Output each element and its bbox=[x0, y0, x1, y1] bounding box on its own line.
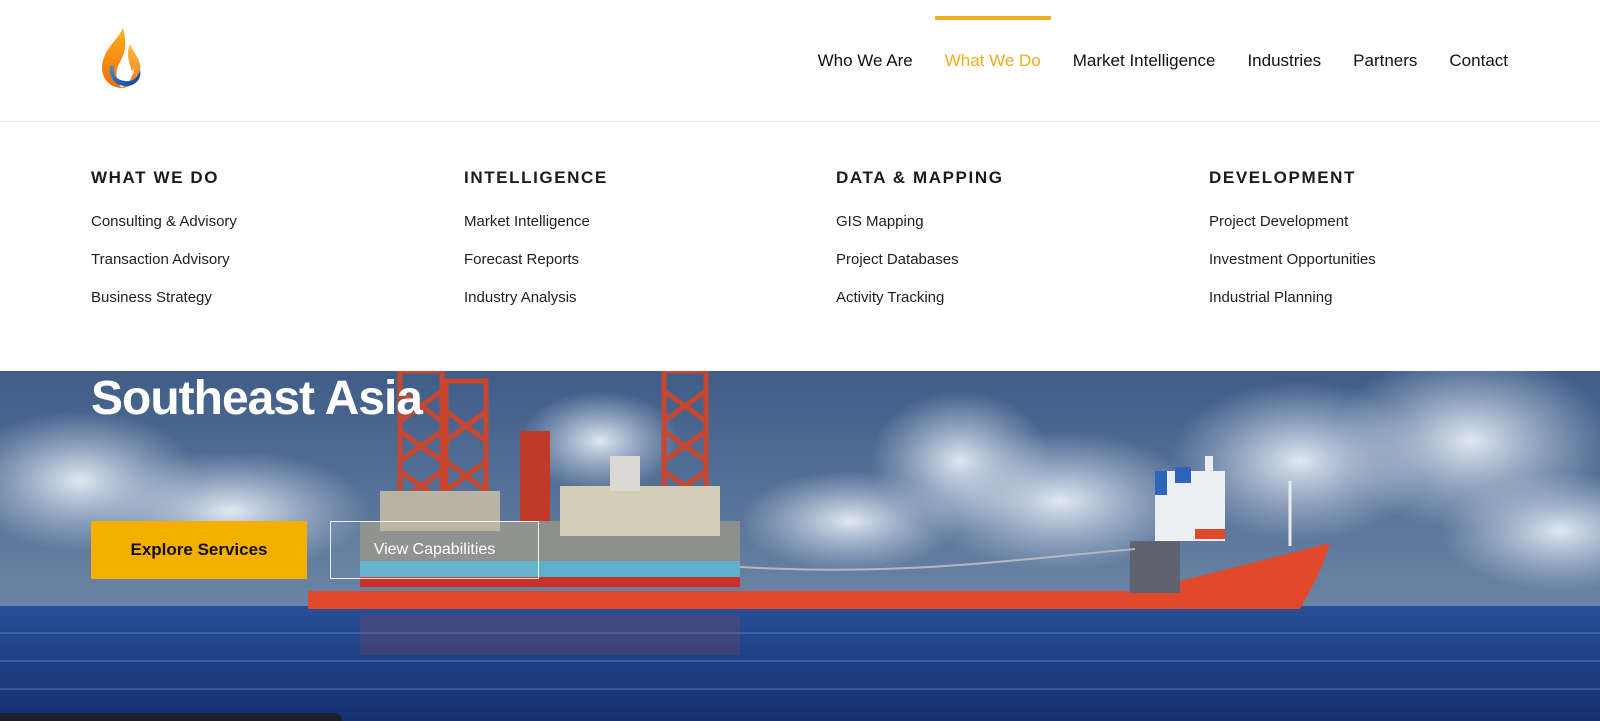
site-header: Who We Are What We Do Market Intelligenc… bbox=[0, 0, 1600, 122]
link-investment-opportunities[interactable]: Investment Opportunities bbox=[1209, 250, 1549, 270]
nav-partners[interactable]: Partners bbox=[1337, 0, 1433, 122]
link-gis-mapping[interactable]: GIS Mapping bbox=[836, 212, 1176, 232]
flame-drop-logo-icon[interactable] bbox=[96, 26, 146, 92]
mega-column-intelligence: INTELLIGENCE Market Intelligence Forecas… bbox=[464, 168, 804, 326]
nav-what-we-do[interactable]: What We Do bbox=[929, 0, 1057, 122]
link-industrial-planning[interactable]: Industrial Planning bbox=[1209, 288, 1549, 308]
view-capabilities-button[interactable]: View Capabilities bbox=[330, 521, 539, 579]
mega-heading: DEVELOPMENT bbox=[1209, 168, 1357, 187]
link-industry-analysis[interactable]: Industry Analysis bbox=[464, 288, 804, 308]
nav-market-intelligence[interactable]: Market Intelligence bbox=[1057, 0, 1232, 122]
link-project-databases[interactable]: Project Databases bbox=[836, 250, 1176, 270]
link-market-intelligence[interactable]: Market Intelligence bbox=[464, 212, 804, 232]
mega-heading: INTELLIGENCE bbox=[464, 168, 608, 187]
mega-menu-what-we-do: WHAT WE DO Consulting & Advisory Transac… bbox=[0, 122, 1600, 371]
mega-column-data-mapping: DATA & MAPPING GIS Mapping Project Datab… bbox=[836, 168, 1176, 326]
main-nav: Who We Are What We Do Market Intelligenc… bbox=[802, 0, 1524, 122]
link-activity-tracking[interactable]: Activity Tracking bbox=[836, 288, 1176, 308]
link-project-development[interactable]: Project Development bbox=[1209, 212, 1549, 232]
hero-section: Southeast Asia Explore Services View Cap… bbox=[0, 371, 1600, 721]
mega-heading: DATA & MAPPING bbox=[836, 168, 1004, 187]
link-consulting-advisory[interactable]: Consulting & Advisory bbox=[91, 212, 431, 232]
nav-who-we-are[interactable]: Who We Are bbox=[802, 0, 929, 122]
mega-column-what-we-do: WHAT WE DO Consulting & Advisory Transac… bbox=[91, 168, 431, 326]
bottom-overlay-bar bbox=[0, 713, 342, 721]
hero-title: Southeast Asia bbox=[91, 372, 423, 425]
mega-column-development: DEVELOPMENT Project Development Investme… bbox=[1209, 168, 1549, 326]
link-forecast-reports[interactable]: Forecast Reports bbox=[464, 250, 804, 270]
link-business-strategy[interactable]: Business Strategy bbox=[91, 288, 431, 308]
explore-services-button[interactable]: Explore Services bbox=[91, 521, 307, 579]
nav-contact[interactable]: Contact bbox=[1433, 0, 1524, 122]
nav-industries[interactable]: Industries bbox=[1231, 0, 1337, 122]
link-transaction-advisory[interactable]: Transaction Advisory bbox=[91, 250, 431, 270]
mega-heading: WHAT WE DO bbox=[91, 168, 220, 187]
